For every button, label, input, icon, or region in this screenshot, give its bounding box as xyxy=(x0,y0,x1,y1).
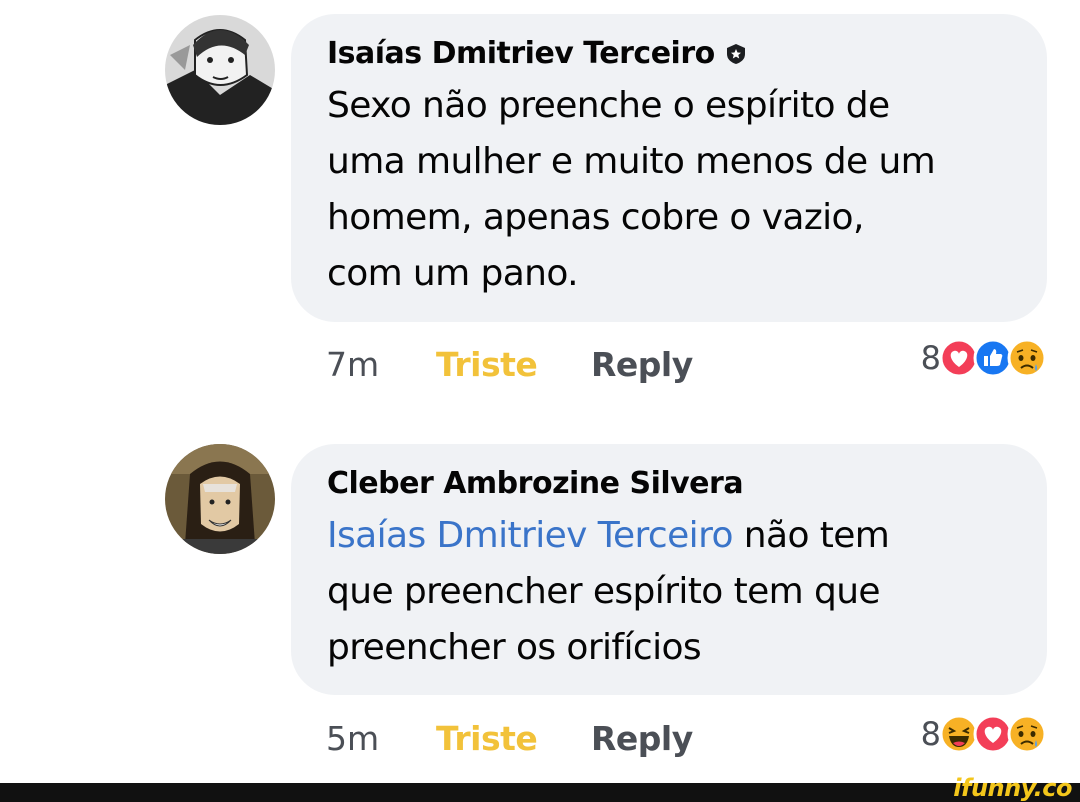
comment-time[interactable]: 7m xyxy=(326,345,436,384)
comment-text: Isaías Dmitriev Terceiro não tem que pre… xyxy=(327,508,1011,676)
comment-text-line: uma mulher e muito menos de um xyxy=(327,141,936,182)
reply-button[interactable]: Reply xyxy=(591,345,693,384)
sad-reaction-icon xyxy=(1007,338,1047,378)
comment-author[interactable]: Isaías Dmitriev Terceiro xyxy=(327,34,1011,74)
comment-time[interactable]: 5m xyxy=(326,719,436,758)
reaction-summary[interactable]: 8 xyxy=(921,712,1047,756)
shield-badge-icon xyxy=(726,44,745,64)
comment-text-line: que preencher espírito tem que xyxy=(327,571,881,612)
comment-text-line: preencher os orifícios xyxy=(327,627,702,668)
avatar[interactable] xyxy=(165,15,275,125)
ifunny-watermark: ifunny.co xyxy=(953,774,1072,802)
reaction-count: 8 xyxy=(920,715,941,753)
comment-bubble: Isaías Dmitriev Terceiro Sexo não preenc… xyxy=(291,14,1047,322)
reaction-count: 8 xyxy=(920,339,941,377)
reaction-summary[interactable]: 8 xyxy=(921,336,1047,380)
comment-text: Sexo não preenche o espírito de uma mulh… xyxy=(327,78,1011,302)
comment-text-line: Isaías Dmitriev Terceiro não tem xyxy=(327,508,1011,564)
mention-link[interactable]: Isaías Dmitriev Terceiro xyxy=(327,515,734,556)
reaction-button[interactable]: Triste xyxy=(436,719,591,758)
author-name[interactable]: Isaías Dmitriev Terceiro xyxy=(327,34,715,74)
comment-author[interactable]: Cleber Ambrozine Silvera xyxy=(327,464,1011,504)
reply-button[interactable]: Reply xyxy=(591,719,693,758)
author-name[interactable]: Cleber Ambrozine Silvera xyxy=(327,464,744,504)
comment-actions: 5m Triste Reply xyxy=(326,716,693,760)
avatar[interactable] xyxy=(165,444,275,554)
comment-text-line: homem, apenas cobre o vazio, xyxy=(327,197,864,238)
comment-text-line: Sexo não preenche o espírito de xyxy=(327,85,890,126)
sad-reaction-icon xyxy=(1007,714,1047,754)
comment-text-fragment: não tem xyxy=(732,515,890,556)
comment-actions: 7m Triste Reply xyxy=(326,342,693,386)
comment-text-line: com um pano. xyxy=(327,253,579,294)
reaction-button[interactable]: Triste xyxy=(436,345,591,384)
watermark-bar: ifunny.co xyxy=(0,774,1080,802)
comment-bubble: Cleber Ambrozine Silvera Isaías Dmitriev… xyxy=(291,444,1047,695)
